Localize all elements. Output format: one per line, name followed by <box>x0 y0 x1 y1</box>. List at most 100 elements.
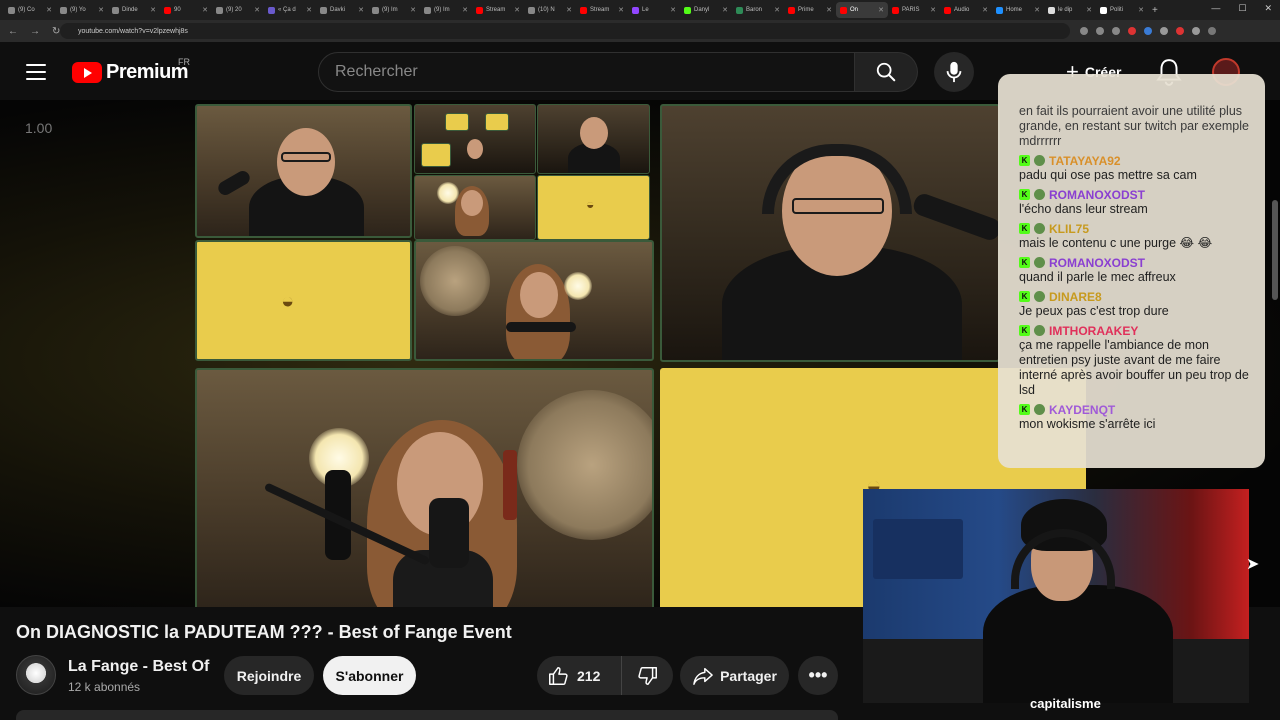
channel-avatar[interactable] <box>16 655 56 695</box>
browser-tab[interactable]: Stream ✕ <box>576 2 628 18</box>
extension-icons <box>1080 27 1216 35</box>
browser-tab[interactable]: Prime ✕ <box>784 2 836 18</box>
chat-message: K TATAYAYA92 padu qui ose pas mettre sa ca… <box>1019 153 1251 183</box>
tab-close-icon[interactable]: ✕ <box>722 6 728 14</box>
like-button[interactable]: 212 <box>537 656 622 695</box>
tab-close-icon[interactable]: ✕ <box>618 6 624 14</box>
browser-tab[interactable]: Danyl ✕ <box>680 2 732 18</box>
browser-tab[interactable]: Dinde ✕ <box>108 2 160 18</box>
browser-tab[interactable]: Audio ✕ <box>940 2 992 18</box>
browser-tab[interactable]: (9) Im ✕ <box>420 2 472 18</box>
browser-tab-strip: (9) Co ✕ (9) Yo ✕ Dinde ✕ 90 ✕ (9) 20 ✕ « Ça d ✕ Dav… <box>0 0 1280 20</box>
description-box[interactable] <box>16 710 838 720</box>
browser-tab[interactable]: Davki ✕ <box>316 2 368 18</box>
video-title: On DIAGNOSTIC la PADUTEAM ??? - Best of … <box>16 622 512 642</box>
youtube-premium-logo[interactable]: Premium FR <box>72 57 190 84</box>
tab-close-icon[interactable]: ✕ <box>670 6 676 14</box>
tab-favicon-icon <box>1100 6 1107 14</box>
bookmark-star-icon[interactable] <box>1112 27 1120 35</box>
tab-close-icon[interactable]: ✕ <box>826 6 832 14</box>
chat-username-row: K KAYDENQT <box>1019 402 1251 417</box>
tab-close-icon[interactable]: ✕ <box>878 6 884 14</box>
voice-search-button[interactable] <box>934 52 974 92</box>
forward-icon[interactable]: → <box>30 26 40 37</box>
browser-tab[interactable]: (9) Im ✕ <box>368 2 420 18</box>
tab-close-icon[interactable]: ✕ <box>774 6 780 14</box>
extension-icon[interactable] <box>1144 27 1152 35</box>
extension-icon[interactable] <box>1176 27 1184 35</box>
browser-tab[interactable]: le dip ✕ <box>1044 2 1096 18</box>
browser-tab[interactable]: « Ça d ✕ <box>264 2 316 18</box>
tab-close-icon[interactable]: ✕ <box>1138 6 1144 14</box>
browser-tab[interactable]: (10) N ✕ <box>524 2 576 18</box>
share-button[interactable]: Partager <box>680 656 789 695</box>
zoom-icon[interactable] <box>1080 27 1088 35</box>
browser-tab[interactable]: Le ✕ <box>628 2 680 18</box>
tab-close-icon[interactable]: ✕ <box>566 6 572 14</box>
browser-tab[interactable]: (9) 20 ✕ <box>212 2 264 18</box>
browser-tab[interactable]: Politi ✕ <box>1096 2 1148 18</box>
tab-close-icon[interactable]: ✕ <box>1086 6 1092 14</box>
tab-close-icon[interactable]: ✕ <box>930 6 936 14</box>
url-field[interactable]: youtube.com/watch?v=v2lpzewhj8s <box>60 23 1070 39</box>
tab-close-icon[interactable]: ✕ <box>462 6 468 14</box>
maximize-icon[interactable]: ☐ <box>1238 3 1246 14</box>
subscribe-button[interactable]: S'abonner <box>323 656 416 695</box>
hamburger-menu-icon[interactable] <box>26 64 46 80</box>
tab-close-icon[interactable]: ✕ <box>514 6 520 14</box>
tab-close-icon[interactable]: ✕ <box>306 6 312 14</box>
tab-close-icon[interactable]: ✕ <box>46 6 52 14</box>
share-page-icon[interactable] <box>1096 27 1104 35</box>
browser-tab[interactable]: PARIS ✕ <box>888 2 940 18</box>
close-window-icon[interactable]: ✕ <box>1264 3 1272 14</box>
browser-tab[interactable]: (9) Yo ✕ <box>56 2 108 18</box>
chat-message: K ROMANOXODST l'écho dans leur stream <box>1019 187 1251 217</box>
extension-icon[interactable] <box>1128 27 1136 35</box>
chat-username: KLIL75 <box>1049 221 1090 236</box>
tab-close-icon[interactable]: ✕ <box>202 6 208 14</box>
tab-favicon-icon <box>944 6 951 14</box>
tab-label: « Ça d <box>278 7 296 13</box>
minimize-icon[interactable]: — <box>1211 3 1220 14</box>
browser-tab[interactable]: (9) Co ✕ <box>4 2 56 18</box>
search-button[interactable] <box>855 52 918 92</box>
extension-icon[interactable] <box>1192 27 1200 35</box>
browser-tab[interactable]: Home ✕ <box>992 2 1044 18</box>
search-input[interactable]: Rechercher <box>318 52 855 92</box>
tab-close-icon[interactable]: ✕ <box>150 6 156 14</box>
tab-close-icon[interactable]: ✕ <box>98 6 104 14</box>
browser-tab[interactable]: 90 ✕ <box>160 2 212 18</box>
extension-icon[interactable] <box>1160 27 1168 35</box>
tab-close-icon[interactable]: ✕ <box>358 6 364 14</box>
chat-username-row: K DINARE8 <box>1019 289 1251 304</box>
join-button[interactable]: Rejoindre <box>224 656 314 695</box>
tab-label: Davki <box>330 7 346 13</box>
tab-favicon-icon <box>164 6 171 14</box>
tab-label: le dip <box>1058 7 1073 13</box>
tab-label: Prime <box>798 7 814 13</box>
tab-favicon-icon <box>216 6 223 14</box>
browser-tab[interactable]: Stream ✕ <box>472 2 524 18</box>
chat-username: KAYDENQT <box>1049 402 1116 417</box>
tab-favicon-icon <box>996 6 1003 14</box>
tab-close-icon[interactable]: ✕ <box>254 6 260 14</box>
kick-badge-icon: K <box>1019 223 1030 234</box>
more-actions-button[interactable]: ••• <box>798 656 838 695</box>
page-scrollbar[interactable] <box>1272 200 1278 300</box>
user-emote-icon <box>1034 325 1045 336</box>
user-emote-icon <box>1034 155 1045 166</box>
back-icon[interactable]: ← <box>8 26 18 37</box>
tab-close-icon[interactable]: ✕ <box>982 6 988 14</box>
chat-text: mais le contenu c une purge 😂 😂 <box>1019 236 1213 250</box>
tab-favicon-icon <box>60 6 67 14</box>
tab-close-icon[interactable]: ✕ <box>1034 6 1040 14</box>
chat-message-list: K TATAYAYA92 padu qui ose pas mettre sa ca… <box>1019 153 1251 432</box>
new-tab-icon[interactable]: + <box>1152 5 1158 16</box>
browser-tab[interactable]: On ✕ <box>836 2 888 18</box>
browser-tab[interactable]: Baron ✕ <box>732 2 784 18</box>
tab-close-icon[interactable]: ✕ <box>410 6 416 14</box>
kick-badge-icon: K <box>1019 257 1030 268</box>
profile-icon[interactable] <box>1208 27 1216 35</box>
channel-name[interactable]: La Fange - Best Of <box>68 658 209 676</box>
dislike-button[interactable] <box>622 665 673 687</box>
